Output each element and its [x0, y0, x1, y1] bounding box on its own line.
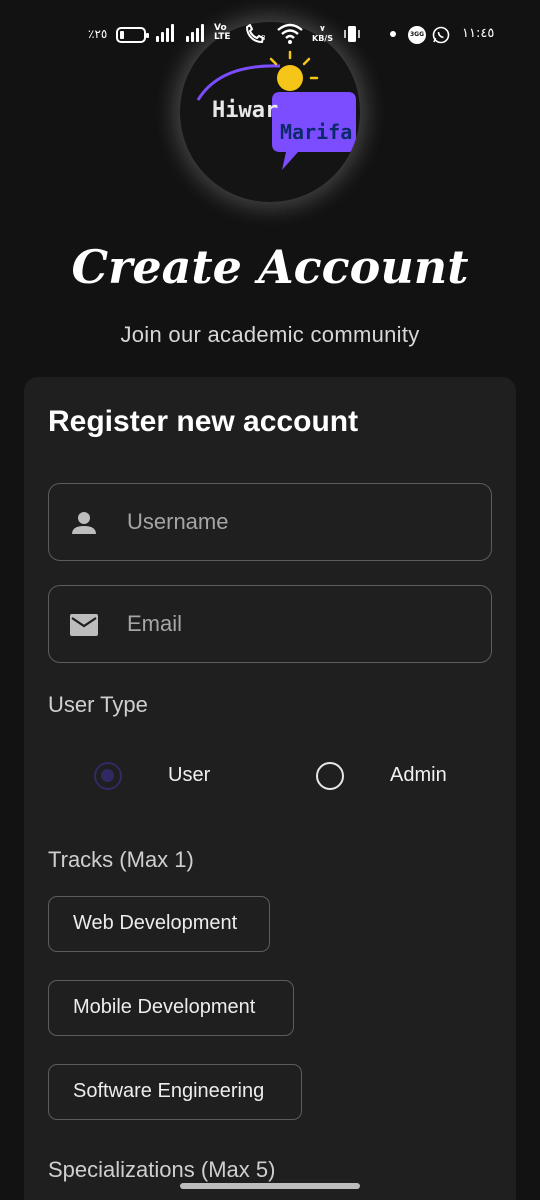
user-type-label: User Type — [48, 692, 148, 717]
track-chip-web-development[interactable]: Web Development — [48, 896, 270, 952]
wifi-icon — [277, 23, 303, 44]
mail-icon — [70, 614, 98, 636]
app-notification-icon: 3GG — [408, 26, 426, 44]
page-title: Create Account — [71, 240, 469, 294]
track-chip-mobile-development[interactable]: Mobile Development — [48, 980, 294, 1036]
specializations-label: Specializations (Max 5) — [48, 1157, 276, 1182]
network-speed: ٧ KB/S — [312, 24, 333, 43]
signal-icon — [156, 24, 174, 42]
tracks-label: Tracks (Max 1) — [48, 847, 194, 872]
email-input[interactable] — [127, 606, 467, 642]
volte-icon: Vo LTE — [214, 23, 231, 42]
email-field[interactable] — [48, 585, 492, 663]
notification-dot-icon — [390, 31, 396, 37]
page-subtitle: Join our academic community — [120, 322, 420, 347]
username-field[interactable] — [48, 483, 492, 561]
track-chip-software-engineering[interactable]: Software Engineering — [48, 1064, 302, 1120]
user-type-user-radio[interactable] — [94, 762, 122, 790]
logo-text-hiwar: Hiwar — [212, 98, 279, 123]
battery-percent: ٪٢٥ — [88, 27, 108, 41]
battery-icon — [116, 27, 149, 43]
username-input[interactable] — [127, 504, 467, 540]
wifi-calling-icon: 8 — [245, 24, 265, 44]
form-title: Register new account — [48, 405, 359, 438]
whatsapp-icon — [432, 26, 450, 44]
clock-time: ١١:٤٥ — [462, 26, 495, 41]
svg-text:8: 8 — [261, 34, 265, 42]
vibrate-icon — [344, 26, 360, 42]
status-bar: ٪٢٥ Vo LTE 8 ٧ KB/S 3GG ١١:٤٥ — [0, 0, 540, 68]
user-type-user-label[interactable]: User — [168, 764, 210, 787]
user-type-admin-label[interactable]: Admin — [390, 764, 447, 787]
signal-icon — [186, 24, 204, 42]
person-icon — [72, 512, 96, 534]
user-type-admin-radio[interactable] — [316, 762, 344, 790]
home-indicator[interactable] — [180, 1183, 360, 1189]
logo-text-marifa: Marifa — [280, 120, 353, 144]
